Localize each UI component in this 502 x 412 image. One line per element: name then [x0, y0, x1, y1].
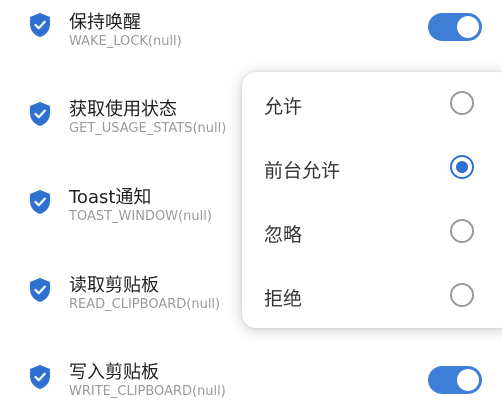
toggle-knob: [457, 16, 479, 38]
permission-row-wake-lock[interactable]: 保持唤醒 WAKE_LOCK(null): [0, 0, 502, 60]
shield-check-icon: [30, 365, 50, 389]
option-foreground-allow[interactable]: 前台允许: [242, 136, 502, 200]
option-allow[interactable]: 允许: [242, 72, 502, 136]
permission-title: 保持唤醒: [69, 12, 141, 33]
option-label: 忽略: [264, 224, 303, 246]
radio-button-selected[interactable]: [450, 155, 474, 179]
shield-check-icon: [30, 102, 50, 126]
option-deny[interactable]: 拒绝: [242, 264, 502, 328]
option-label: 前台允许: [264, 160, 341, 182]
radio-button[interactable]: [450, 219, 474, 243]
radio-button[interactable]: [450, 283, 474, 307]
permission-code: TOAST_WINDOW(null): [69, 209, 212, 224]
permission-code: WAKE_LOCK(null): [69, 34, 182, 49]
permission-row-write-clipboard[interactable]: 写入剪贴板 WRITE_CLIPBOARD(null): [0, 352, 502, 412]
shield-check-icon: [30, 278, 50, 302]
permission-code: WRITE_CLIPBOARD(null): [69, 384, 226, 399]
permission-toggle[interactable]: [428, 13, 482, 41]
shield-check-icon: [30, 13, 50, 37]
option-label: 拒绝: [264, 288, 303, 310]
permission-title: 写入剪贴板: [69, 362, 159, 383]
permission-title: Toast通知: [69, 187, 152, 208]
shield-check-icon: [30, 190, 50, 214]
option-label: 允许: [264, 96, 303, 118]
radio-button[interactable]: [450, 91, 474, 115]
permission-code: GET_USAGE_STATS(null): [69, 121, 227, 136]
toggle-knob: [457, 369, 479, 391]
permission-mode-popup: 允许 前台允许 忽略 拒绝: [242, 72, 502, 328]
permission-toggle[interactable]: [428, 366, 482, 394]
permission-title: 获取使用状态: [69, 99, 177, 120]
permission-title: 读取剪贴板: [69, 275, 159, 296]
permission-code: READ_CLIPBOARD(null): [69, 297, 221, 312]
option-ignore[interactable]: 忽略: [242, 200, 502, 264]
radio-dot: [456, 161, 468, 173]
